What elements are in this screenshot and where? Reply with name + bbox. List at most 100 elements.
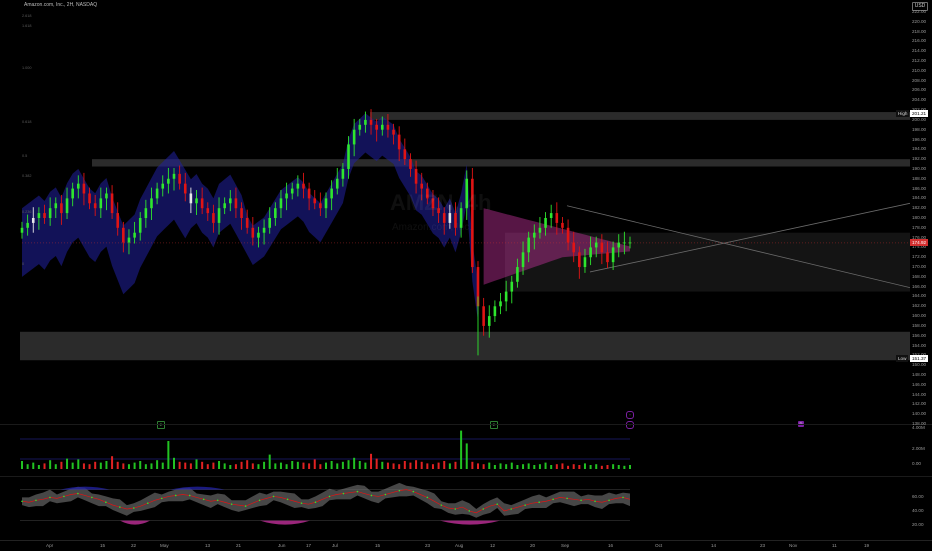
scale-label: 0.618	[22, 120, 32, 124]
candle-body	[504, 291, 508, 302]
volume-bar	[482, 464, 485, 469]
volume-bar	[66, 458, 69, 469]
candle-body	[307, 188, 311, 199]
candle-body	[116, 213, 120, 228]
time-tick-label: Nov	[789, 543, 798, 548]
price-axis[interactable]: USD 222.00 220.00 218.00 216.00 214.00 212.00…	[896, 0, 932, 540]
volume-bar	[234, 464, 237, 469]
candle-body	[262, 227, 266, 233]
price-tick-label: 160.00	[912, 313, 927, 319]
candle-body	[510, 281, 514, 292]
volume-bar	[629, 465, 631, 469]
scale-label: 0	[22, 262, 25, 266]
volume-bar	[279, 462, 282, 469]
event-marker[interactable]: ◦	[626, 411, 634, 419]
osc-extreme-fill	[60, 486, 110, 490]
candle-body	[532, 232, 536, 238]
osc-point	[188, 494, 191, 497]
time-tick-label: Sep	[561, 543, 570, 548]
candle-body	[76, 183, 80, 189]
scale-label: 1.000	[22, 66, 32, 70]
time-tick-label: Jun	[278, 543, 286, 548]
volume-bar	[122, 463, 125, 469]
candle-body	[82, 183, 86, 194]
osc-point	[230, 503, 233, 505]
osc-point	[91, 496, 93, 499]
candle-body	[347, 144, 350, 169]
price-tick-label: 188.00	[912, 175, 927, 181]
candle-body	[99, 198, 103, 209]
price-tick-label: 196.00	[912, 136, 927, 142]
candle-body	[594, 242, 598, 248]
volume-bar	[336, 463, 339, 469]
candle-body	[240, 208, 243, 218]
volume-bar	[403, 461, 406, 469]
volume-bar	[471, 461, 474, 469]
osc-point	[594, 500, 596, 503]
volume-bar	[589, 465, 592, 469]
price-tick-label: 212.00	[912, 58, 927, 64]
candle-body	[487, 316, 491, 326]
oscillator-pane[interactable]	[0, 478, 910, 538]
candle-body	[420, 183, 424, 189]
osc-point	[622, 496, 624, 499]
candle-body	[93, 203, 97, 209]
volume-bar	[99, 462, 102, 469]
candle-body	[606, 252, 609, 263]
volume-bar	[94, 461, 97, 469]
volume-bar	[386, 462, 389, 469]
candle-body	[572, 242, 576, 253]
volume-bar	[49, 460, 52, 469]
volume-bar	[82, 463, 85, 469]
volume-bar	[477, 463, 479, 469]
volume-bar	[201, 461, 204, 469]
candle-body	[60, 203, 63, 214]
volume-bar	[206, 464, 209, 469]
price-tick-label: 216.00	[912, 38, 927, 44]
scale-label: 1.618	[22, 24, 32, 28]
volume-bar	[161, 462, 164, 469]
candle-body	[583, 257, 587, 268]
price-tick-label: 158.00	[912, 322, 927, 328]
volume-bar	[612, 464, 615, 469]
candle-body	[521, 252, 525, 268]
candle-body	[88, 193, 91, 204]
volume-bar	[71, 462, 74, 469]
osc-point	[496, 503, 499, 505]
candle-body	[251, 227, 255, 238]
candle-body	[313, 198, 317, 204]
candle-body	[324, 198, 328, 209]
candle-body	[172, 173, 176, 179]
time-tick-label: 19	[864, 543, 870, 548]
pane-divider[interactable]	[0, 476, 932, 477]
osc-point	[566, 497, 568, 500]
osc-point	[524, 504, 526, 506]
volume-bar	[522, 464, 525, 469]
volume-bar	[178, 461, 181, 469]
volume-bar	[448, 463, 451, 469]
watermark-ticker: AMZN, 4h	[390, 190, 492, 215]
volume-bar	[240, 461, 243, 469]
volume-bar	[493, 465, 496, 469]
time-tick-label: 12	[490, 543, 496, 548]
candle-body	[161, 183, 165, 189]
volume-bar	[313, 459, 316, 469]
volume-bar	[150, 463, 153, 469]
volume-bar	[54, 464, 57, 469]
volume-bar	[218, 461, 221, 469]
osc-point	[314, 501, 317, 504]
volume-pane[interactable]	[0, 425, 910, 473]
price-tick-label: 186.00	[912, 185, 927, 191]
candle-body	[555, 213, 559, 223]
volume-bar	[60, 461, 63, 469]
time-axis[interactable]: Apr 15 22 May 13 21 Jun 17 Jul 15 23 Aug 12 20 Sep 16 Oc…	[0, 540, 932, 551]
volume-bar	[246, 460, 249, 469]
volume-bar	[617, 465, 620, 469]
scale-label: 0.236	[22, 210, 32, 214]
volume-bar	[460, 430, 463, 469]
time-tick-label: 16	[608, 543, 614, 548]
candle-body	[623, 242, 626, 244]
osc-point	[608, 499, 610, 502]
osc-point	[510, 508, 512, 510]
price-tick-label: 194.00	[912, 146, 927, 152]
